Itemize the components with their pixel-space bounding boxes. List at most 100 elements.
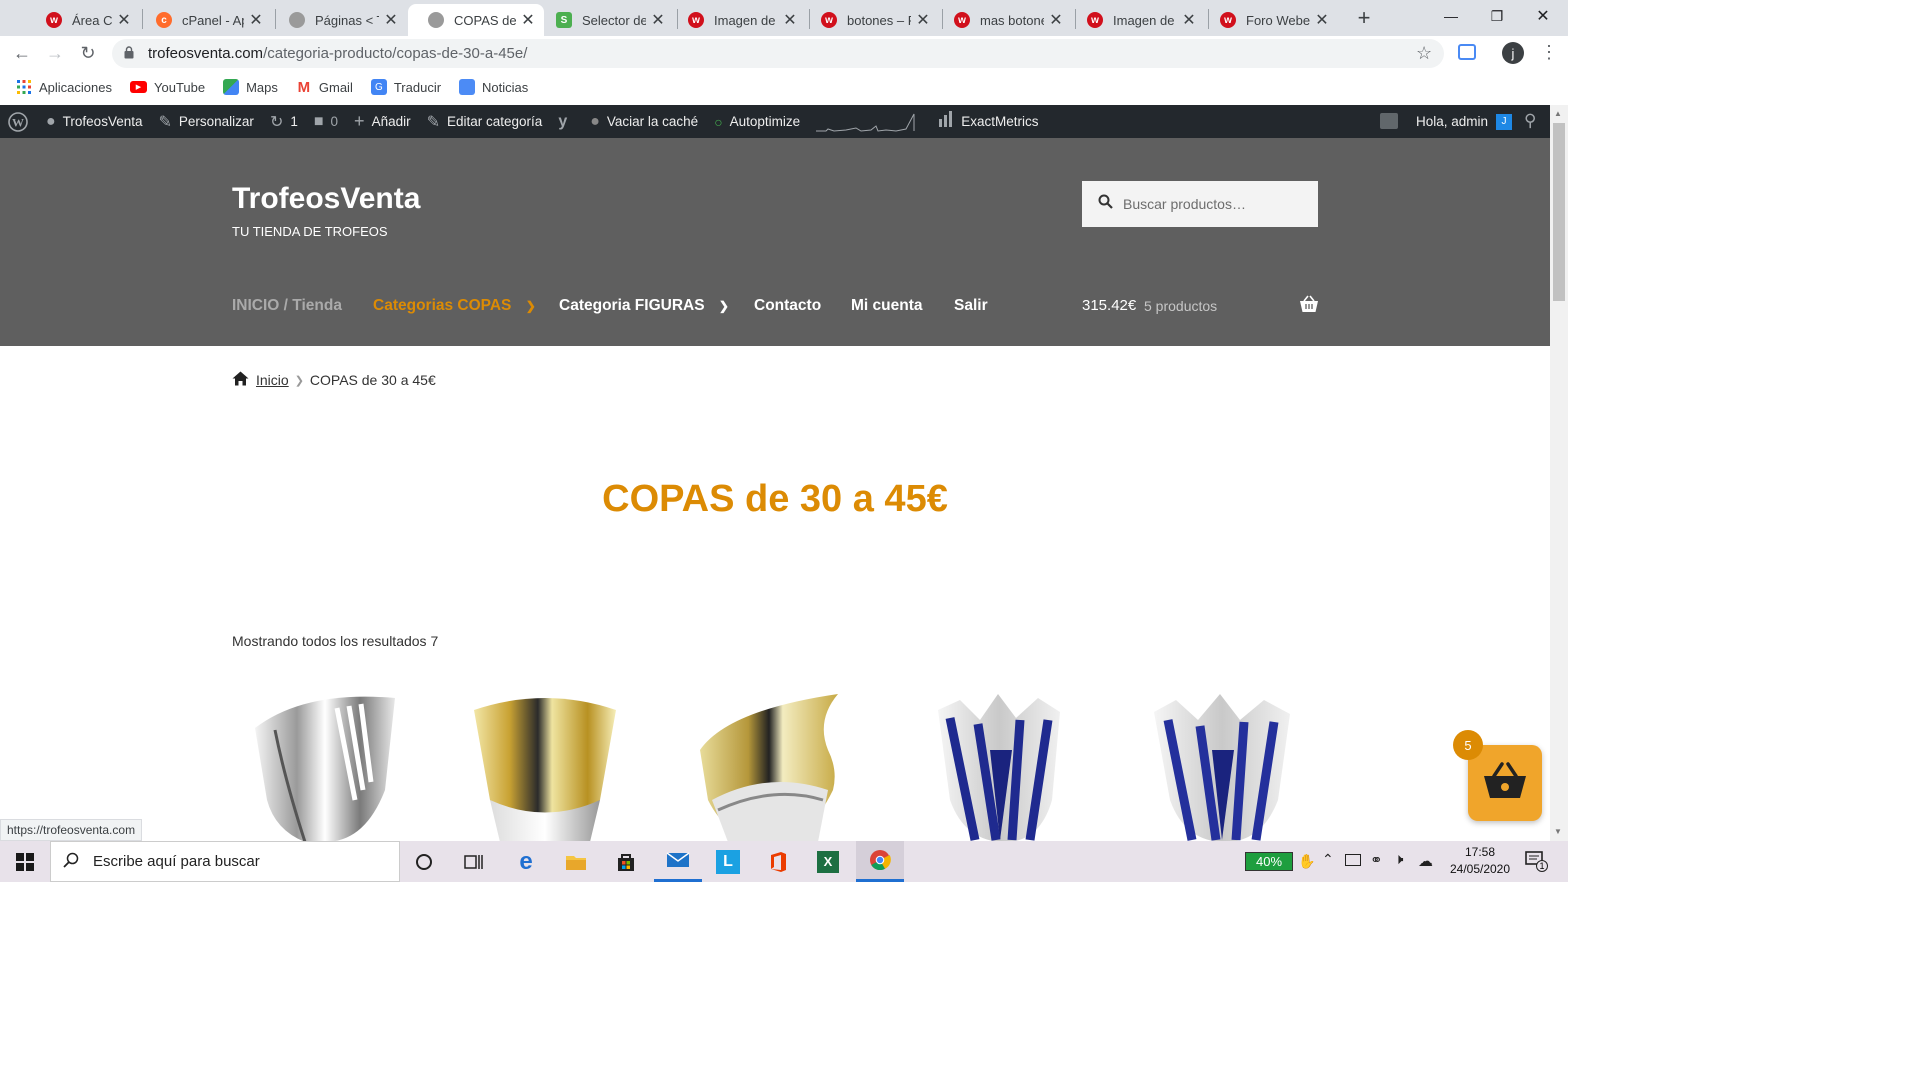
notification-icon[interactable] [1380,113,1398,129]
menu-item-copas[interactable]: Categorias COPAS ❯ [373,297,536,315]
bookmark-traducir[interactable]: G Traducir [370,79,441,95]
extension-icon[interactable] [1458,44,1476,60]
chevron-up-icon[interactable]: ⌃ [1322,851,1334,868]
product-image[interactable] [1140,690,1310,842]
file-explorer-icon[interactable] [552,841,600,882]
product-image[interactable] [245,690,415,842]
close-icon[interactable]: ✕ [650,10,666,30]
tab-copas-active[interactable]: COPAS de 30 ✕ [408,4,544,36]
tab-cpanel[interactable]: c cPanel - Apli ✕ [136,4,272,36]
adminbar-my-account[interactable]: Hola, admin J [1416,105,1513,138]
adminbar-updates[interactable]: ↻ 1 [262,105,306,138]
close-icon[interactable]: ✕ [915,10,931,30]
page-scrollbar[interactable]: ▲ ▼ [1550,105,1568,841]
scrollbar-thumb[interactable] [1553,123,1565,301]
speaker-icon[interactable]: 🕨 [1394,851,1403,868]
cart-total[interactable]: 315.42€ [1082,297,1136,314]
chrome-icon[interactable] [856,841,904,882]
bookmark-youtube[interactable]: ▶ YouTube [130,80,205,95]
menu-item-figuras[interactable]: Categoria FIGURAS ❯ [559,297,729,315]
minimize-button[interactable]: — [1428,0,1474,32]
excel-icon[interactable]: X [804,841,852,882]
scroll-down-icon[interactable]: ▼ [1554,827,1562,836]
edge-icon[interactable]: e [502,841,550,882]
wifi-icon[interactable]: ⚭ [1370,851,1383,869]
tab-selector[interactable]: S Selector de ✕ [536,4,674,36]
traffic-sparkline[interactable] [808,105,924,138]
launcher-l-icon[interactable]: L [704,841,752,882]
site-title[interactable]: TrofeosVenta [232,182,420,216]
adminbar-add-new[interactable]: + Añadir [346,105,419,138]
product-image[interactable] [920,690,1090,842]
forward-arrow-icon[interactable]: → [43,41,67,65]
tab-mas-botones[interactable]: w mas botone ✕ [934,4,1072,36]
office-icon[interactable] [754,841,802,882]
close-icon[interactable]: ✕ [1314,10,1330,30]
profile-avatar[interactable]: j [1502,42,1524,64]
close-icon[interactable]: ✕ [1181,10,1197,30]
windows-start-icon[interactable] [0,841,50,882]
new-tab-button[interactable]: + [1350,4,1378,32]
menu-item-contacto[interactable]: Contacto [754,297,821,315]
tab-area-cliente[interactable]: w Área Cliente ✕ [26,4,140,36]
tab-foro[interactable]: w Foro Weben ✕ [1200,4,1338,36]
scroll-up-icon[interactable]: ▲ [1554,109,1562,118]
status-dot-icon: ● [590,112,600,130]
task-view-icon[interactable] [450,841,498,882]
tab-imagen-2[interactable]: w Imagen de p ✕ [1067,4,1205,36]
mail-icon[interactable] [654,841,702,882]
yoast-icon[interactable]: y [550,105,582,138]
menu-kebab-icon[interactable]: ⋮ [1540,42,1558,63]
breadcrumb-home-link[interactable]: Inicio [256,372,289,388]
tab-paginas[interactable]: Páginas < Tr ✕ [269,4,407,36]
battery-icon[interactable] [1345,854,1361,866]
bookmark-gmail[interactable]: M Gmail [296,79,353,96]
webempresa-icon: w [688,12,704,28]
action-center-icon[interactable]: 1 [1524,849,1548,872]
adminbar-site-name[interactable]: ● TrofeosVenta [38,105,150,138]
close-window-button[interactable]: ✕ [1520,0,1566,32]
tab-botones[interactable]: w botones – P ✕ [801,4,939,36]
adminbar-exactmetrics[interactable]: ExactMetrics [924,105,1046,138]
address-bar[interactable]: trofeosventa.com/categoria-producto/copa… [112,39,1444,68]
adminbar-customize[interactable]: ✎ Personalizar [150,105,261,138]
adminbar-autoptimize[interactable]: ○ Autoptimize [706,105,808,138]
product-image[interactable] [460,690,630,842]
back-arrow-icon[interactable]: ← [10,41,34,65]
product-search-input[interactable]: Buscar productos… [1082,181,1318,227]
onedrive-icon[interactable]: ☁ [1418,852,1433,870]
adminbar-clear-cache[interactable]: ● Vaciar la caché [582,105,706,138]
taskbar-search-input[interactable]: Escribe aquí para buscar [50,841,400,882]
wordpress-logo-icon[interactable]: W [0,105,38,138]
tab-imagen-1[interactable]: w Imagen de p ✕ [668,4,806,36]
adminbar-edit-category[interactable]: ✎ Editar categoría [419,105,551,138]
bookmark-maps[interactable]: Maps [223,79,278,95]
basket-icon[interactable] [1299,295,1319,318]
close-icon[interactable]: ✕ [782,10,798,30]
menu-item-mi-cuenta[interactable]: Mi cuenta [851,297,922,315]
bookmark-aplicaciones[interactable]: Aplicaciones [16,79,112,95]
bookmark-noticias[interactable]: Noticias [459,79,528,95]
adminbar-comments[interactable]: ■ 0 [306,105,346,138]
close-icon[interactable]: ✕ [520,10,536,30]
menu-item-inicio[interactable]: INICIO / Tienda [232,297,342,315]
close-icon[interactable]: ✕ [1048,10,1064,30]
bookmark-star-icon[interactable]: ☆ [1416,43,1432,64]
status-ring-icon: ○ [714,113,723,130]
floating-cart-button[interactable] [1468,745,1542,821]
webempresa-icon: w [46,12,62,28]
touch-icon[interactable]: ✋ [1298,853,1315,870]
cortana-icon[interactable] [400,841,448,882]
restore-button[interactable]: ❐ [1474,0,1520,32]
taskbar-clock[interactable]: 17:58 24/05/2020 [1440,844,1520,878]
cart-count[interactable]: 5 productos [1144,298,1217,314]
battery-indicator[interactable]: 40% [1245,852,1293,871]
reload-icon[interactable]: ↻ [76,41,100,65]
menu-item-salir[interactable]: Salir [954,297,988,315]
close-icon[interactable]: ✕ [383,10,399,30]
store-icon[interactable] [602,841,650,882]
close-icon[interactable]: ✕ [248,10,264,30]
close-icon[interactable]: ✕ [116,10,132,30]
search-icon[interactable]: ⚲ [1524,111,1536,131]
product-image[interactable] [688,690,858,842]
